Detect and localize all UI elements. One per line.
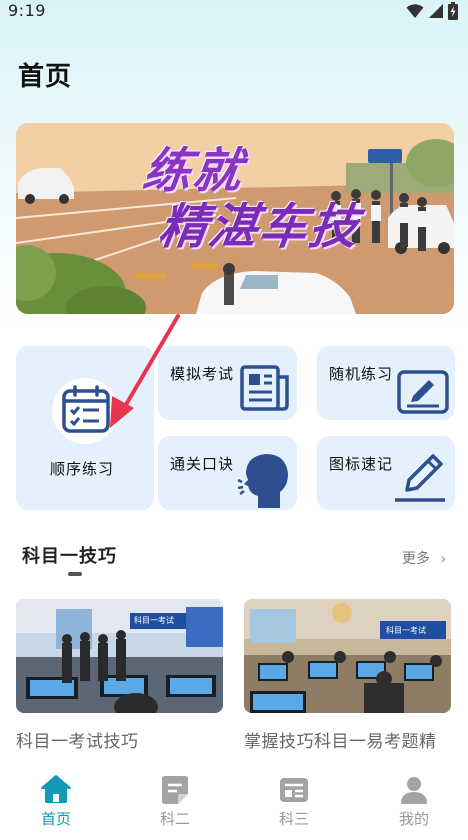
battery-icon [448,2,458,20]
status-time: 9:19 [8,1,46,20]
more-link[interactable]: 更多 [402,548,430,568]
sequential-practice-label: 顺序练习 [50,460,115,478]
banner-headline-2: 精湛车技 [155,199,364,255]
tab-subject-three[interactable]: 科三 [264,774,324,834]
mock-exam-label: 模拟考试 [170,365,235,383]
home-icon [41,775,71,803]
article-title: 科目一考试技巧 [16,732,139,752]
article-card[interactable]: 科目一考试 掌握技巧科目一易考题精 [244,599,451,752]
exam-hall-image [244,599,451,713]
calendar-checklist-icon [62,385,110,433]
article-thumbnail: 科目一考试 [244,599,451,713]
tab-profile[interactable]: 我的 [384,774,444,834]
note-icon [162,776,188,804]
pencil-icon [395,454,445,502]
signal-icon [429,4,443,18]
chevron-right-icon[interactable]: › [440,549,446,568]
edit-window-icon [397,370,449,414]
exam-sign-text: 科目一考试 [386,626,426,635]
classroom-sign-text: 科目一考试 [134,616,174,625]
tab-subject-two[interactable]: 科二 [145,774,205,834]
sequential-practice-card[interactable]: 顺序练习 [16,346,154,510]
mock-exam-card[interactable]: 模拟考试 [158,346,297,420]
person-icon [401,777,427,804]
article-thumbnail: 科目一考试 [16,599,223,713]
tab-label: 科二 [159,810,190,828]
status-icons [406,2,458,20]
pass-mnemonic-card[interactable]: 通关口诀 [158,436,297,510]
section-underline [68,572,82,576]
classroom-image [16,599,223,713]
banner[interactable]: 练就 精湛车技 [16,123,454,314]
newspaper-icon [240,365,289,411]
board-icon [280,778,308,802]
pass-mnemonic-label: 通关口诀 [170,455,235,473]
speaking-head-icon [237,454,288,508]
section-title: 科目一技巧 [22,546,117,567]
random-practice-label: 随机练习 [329,365,394,383]
sign-memo-card[interactable]: 图标速记 [317,436,455,510]
tab-label: 我的 [398,810,429,828]
random-practice-card[interactable]: 随机练习 [317,346,455,420]
wifi-icon [406,4,424,18]
page-title: 首页 [18,62,73,92]
status-bar: 9:19 [0,0,468,24]
article-title: 掌握技巧科目一易考题精 [244,732,437,752]
bottom-tab-bar: 首页 科二 科三 我的 [0,754,468,840]
article-card[interactable]: 科目一考试 科目一考试技巧 [16,599,223,752]
sign-memo-label: 图标速记 [329,455,394,473]
tab-home[interactable]: 首页 [26,774,86,834]
tab-label: 首页 [40,810,71,828]
tab-label: 科三 [278,810,309,828]
